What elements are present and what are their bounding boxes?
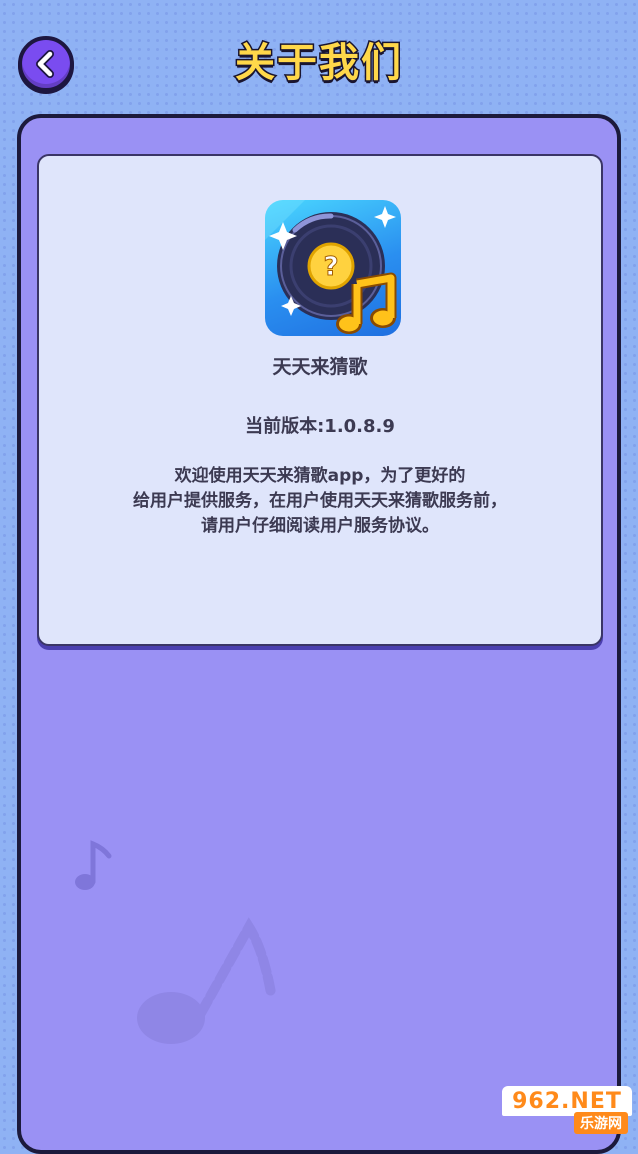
intro-line: 请用户仔细阅读用户服务协议。 xyxy=(201,516,439,536)
intro-line: 欢迎使用天天来猜歌app，为了更好的 xyxy=(174,466,466,486)
music-note-decoration-large-icon xyxy=(131,913,281,1058)
music-note-decoration-small-icon xyxy=(73,838,113,899)
about-panel: ? 天天来猜歌 当前版本:1.0.8.9 欢迎使用天天来猜歌app，为了更好的 … xyxy=(17,114,621,1154)
intro-text: 欢迎使用天天来猜歌app，为了更好的 给用户提供服务，在用户使用天天来猜歌服务前… xyxy=(39,464,601,539)
about-card: ? 天天来猜歌 当前版本:1.0.8.9 欢迎使用天天来猜歌app，为了更好的 … xyxy=(37,154,603,646)
page-title: 关于我们 xyxy=(234,39,403,88)
app-icon: ? xyxy=(265,200,401,336)
intro-line: 给用户提供服务，在用户使用天天来猜歌服务前， xyxy=(133,491,507,511)
app-version: 当前版本:1.0.8.9 xyxy=(245,416,395,437)
watermark-sub: 乐游网 xyxy=(574,1112,628,1134)
app-name: 天天来猜歌 xyxy=(272,356,368,378)
svg-text:?: ? xyxy=(323,252,338,282)
site-watermark: 962.NET 乐游网 xyxy=(502,1086,632,1134)
